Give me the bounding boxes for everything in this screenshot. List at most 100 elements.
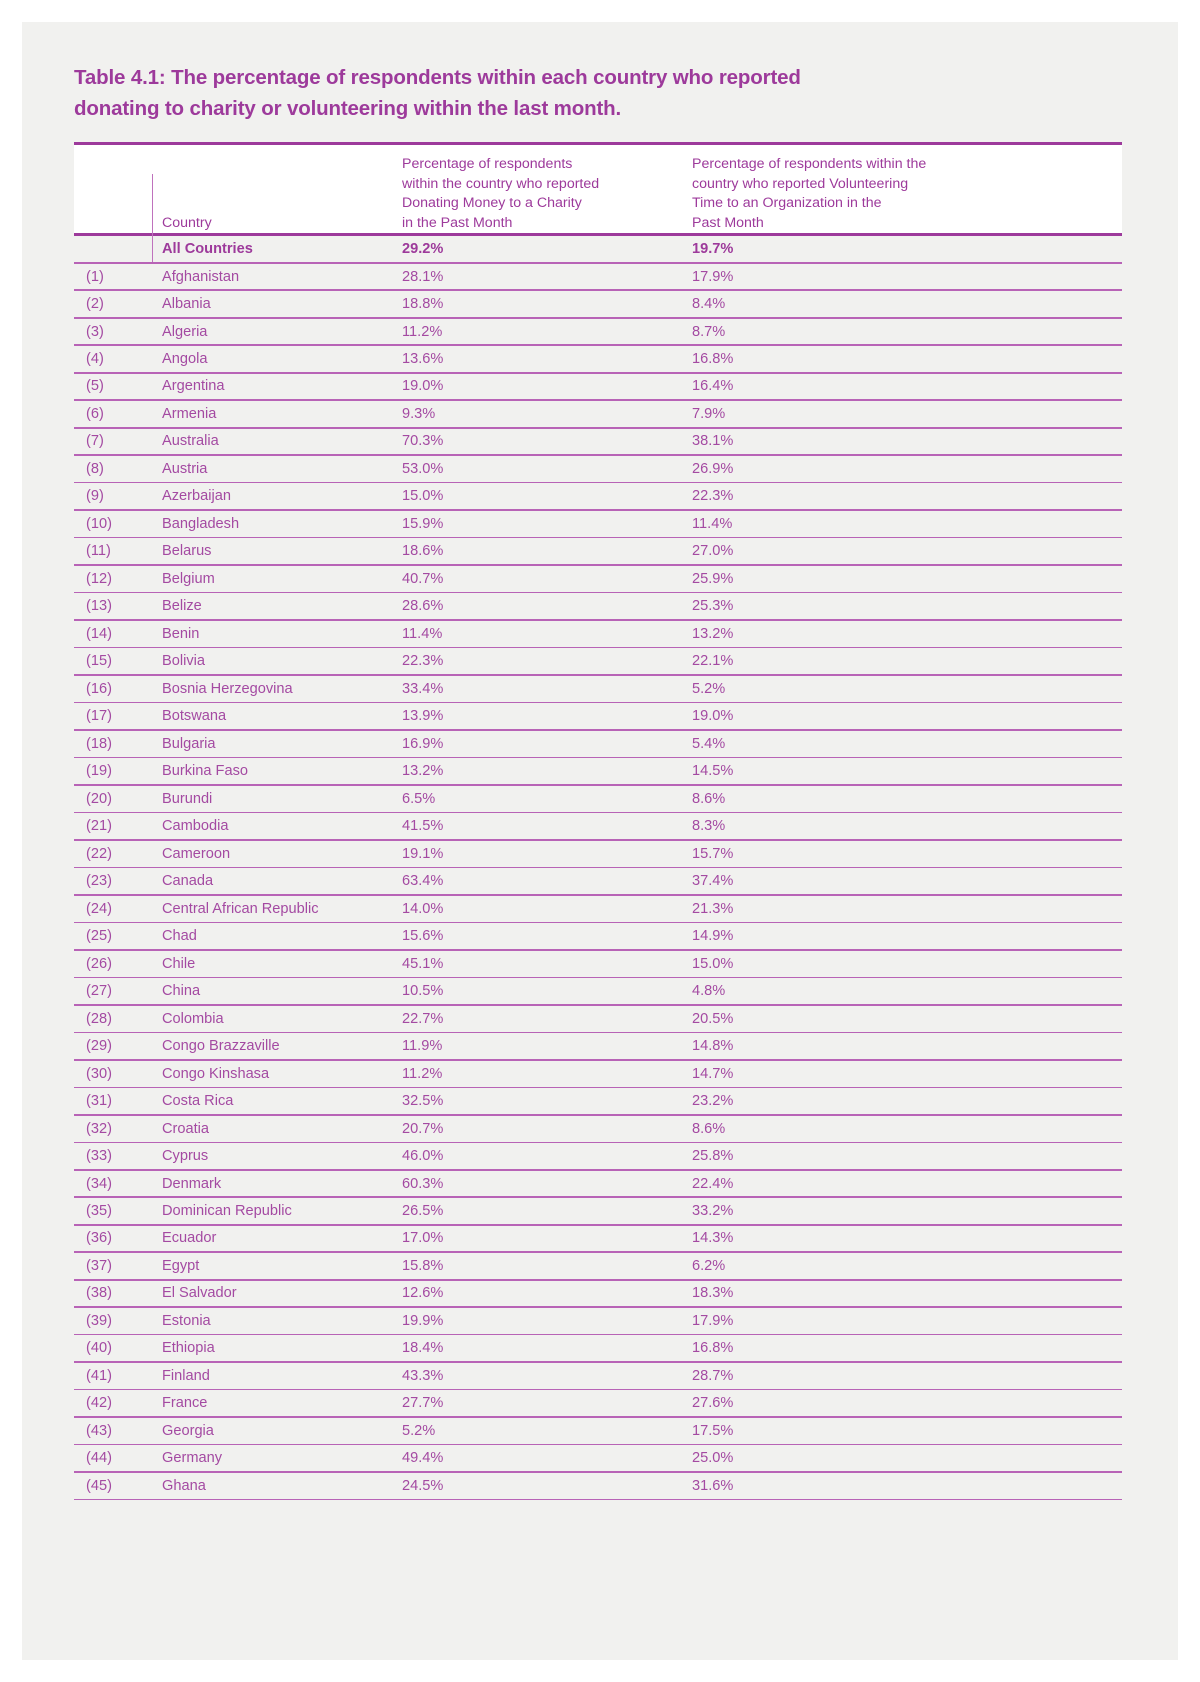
row-index: (10) [86,515,112,532]
row-index: (30) [86,1065,112,1082]
row-volunteering: 17.9% [692,268,734,285]
row-country: Armenia [162,405,217,422]
row-volunteering: 19.0% [692,708,734,725]
title-line-2: donating to charity or volunteering with… [74,97,622,120]
row-volunteering: 17.9% [692,1312,734,1329]
row-volunteering: 27.0% [692,543,734,560]
row-index: (35) [86,1203,112,1219]
row-donating: 27.7% [402,1395,444,1412]
column-header-donating: Percentage of respondents within the cou… [400,145,690,233]
row-volunteering: 18.3% [692,1285,734,1302]
row-country: Angola [162,350,208,367]
row-donating: 15.8% [402,1257,444,1274]
row-donating: 41.5% [402,818,444,835]
row-donating: 14.0% [402,900,444,917]
row-country: Burundi [162,790,213,807]
row-index: (31) [86,1093,112,1110]
row-donating: 20.7% [402,1120,444,1137]
row-donating: 60.3% [402,1175,444,1192]
table-row: (15) Bolivia 22.3% 22.1% [74,648,1122,674]
table-row: (41) Finland 43.3% 28.7% [74,1363,1122,1389]
table-row: (11) Belarus 18.6% 27.0% [74,538,1122,564]
row-country: Germany [162,1450,223,1467]
table-row: (16) Bosnia Herzegovina 33.4% 5.2% [74,676,1122,702]
table-header-row: Country Percentage of respondents within … [74,145,1122,233]
row-donating: 17.0% [402,1230,444,1247]
row-donating: 13.2% [402,763,444,780]
table-row: (23) Canada 63.4% 37.4% [74,868,1122,894]
row-volunteering: 38.1% [692,433,734,450]
table-row: (45) Ghana 24.5% 31.6% [74,1473,1122,1499]
row-country: Bangladesh [162,515,240,532]
table-row: (18) Bulgaria 16.9% 5.4% [74,731,1122,757]
row-donating: 13.6% [402,350,444,367]
row-volunteering: 8.7% [692,323,726,340]
row-volunteering: 33.2% [692,1203,734,1219]
table-row: (38) El Salvador 12.6% 18.3% [74,1281,1122,1307]
row-volunteering: 14.3% [692,1230,734,1247]
row-donating: 15.6% [402,928,444,945]
row-volunteering: 8.4% [692,296,726,313]
title-line-1: Table 4.1: The percentage of respondents… [74,66,801,89]
table-row: (24) Central African Republic 14.0% 21.3% [74,896,1122,922]
row-index: (1) [86,268,104,285]
table-row: (7) Australia 70.3% 38.1% [74,429,1122,455]
table-row: (36) Ecuador 17.0% 14.3% [74,1226,1122,1252]
row-index: (8) [86,460,104,477]
column-header-country: Country [152,145,400,233]
row-country: El Salvador [162,1285,237,1302]
row-donating: 26.5% [402,1203,444,1219]
row-index: (34) [86,1175,112,1192]
total-country: All Countries [162,241,253,257]
row-donating: 28.6% [402,598,444,615]
row-volunteering: 8.6% [692,790,726,807]
row-index: (21) [86,818,112,835]
row-donating: 11.2% [402,323,443,340]
row-index: (12) [86,570,112,587]
row-donating: 13.9% [402,708,444,725]
table-row: (39) Estonia 19.9% 17.9% [74,1308,1122,1334]
row-index: (18) [86,735,112,752]
row-index: (22) [86,845,112,862]
row-volunteering: 5.4% [692,735,726,752]
row-country: Ghana [162,1477,206,1494]
table-row: (13) Belize 28.6% 25.3% [74,593,1122,619]
row-country: Afghanistan [162,268,240,285]
row-index: (11) [86,543,111,560]
table-row: (17) Botswana 13.9% 19.0% [74,703,1122,729]
row-country: Denmark [162,1175,222,1192]
table-row: (4) Angola 13.6% 16.8% [74,346,1122,372]
table-row: (2) Albania 18.8% 8.4% [74,291,1122,317]
row-donating: 33.4% [402,680,444,697]
row-country: Finland [162,1367,210,1384]
table-row: (44) Germany 49.4% 25.0% [74,1445,1122,1471]
row-index: (5) [86,378,104,395]
table-row: (27) China 10.5% 4.8% [74,978,1122,1004]
row-country: Ethiopia [162,1340,215,1357]
column-header-index [74,145,152,233]
row-volunteering: 16.8% [692,350,734,367]
row-donating: 11.9% [402,1038,443,1055]
row-donating: 18.6% [402,543,444,560]
row-country: Azerbaijan [162,488,231,505]
row-volunteering: 25.8% [692,1148,734,1165]
row-country: Belgium [162,570,215,587]
row-donating: 18.4% [402,1340,444,1357]
rule [74,1498,1122,1501]
row-donating: 6.5% [402,790,436,807]
row-donating: 53.0% [402,460,444,477]
row-country: Ecuador [162,1230,217,1247]
table-row: (22) Cameroon 19.1% 15.7% [74,841,1122,867]
row-index: (26) [86,955,112,972]
row-index: (33) [86,1148,112,1165]
column-header-volunteering: Percentage of respondents within the cou… [690,145,1122,233]
header-column-divider [152,174,153,262]
table-row: (35) Dominican Republic 26.5% 33.2% [74,1198,1122,1224]
row-country: Bulgaria [162,735,216,752]
row-index: (24) [86,900,112,917]
table-row: (34) Denmark 60.3% 22.4% [74,1171,1122,1197]
row-index: (41) [86,1367,112,1384]
table-rule-thin [74,1498,1122,1501]
row-volunteering: 14.9% [692,928,734,945]
row-index: (27) [86,983,112,1000]
